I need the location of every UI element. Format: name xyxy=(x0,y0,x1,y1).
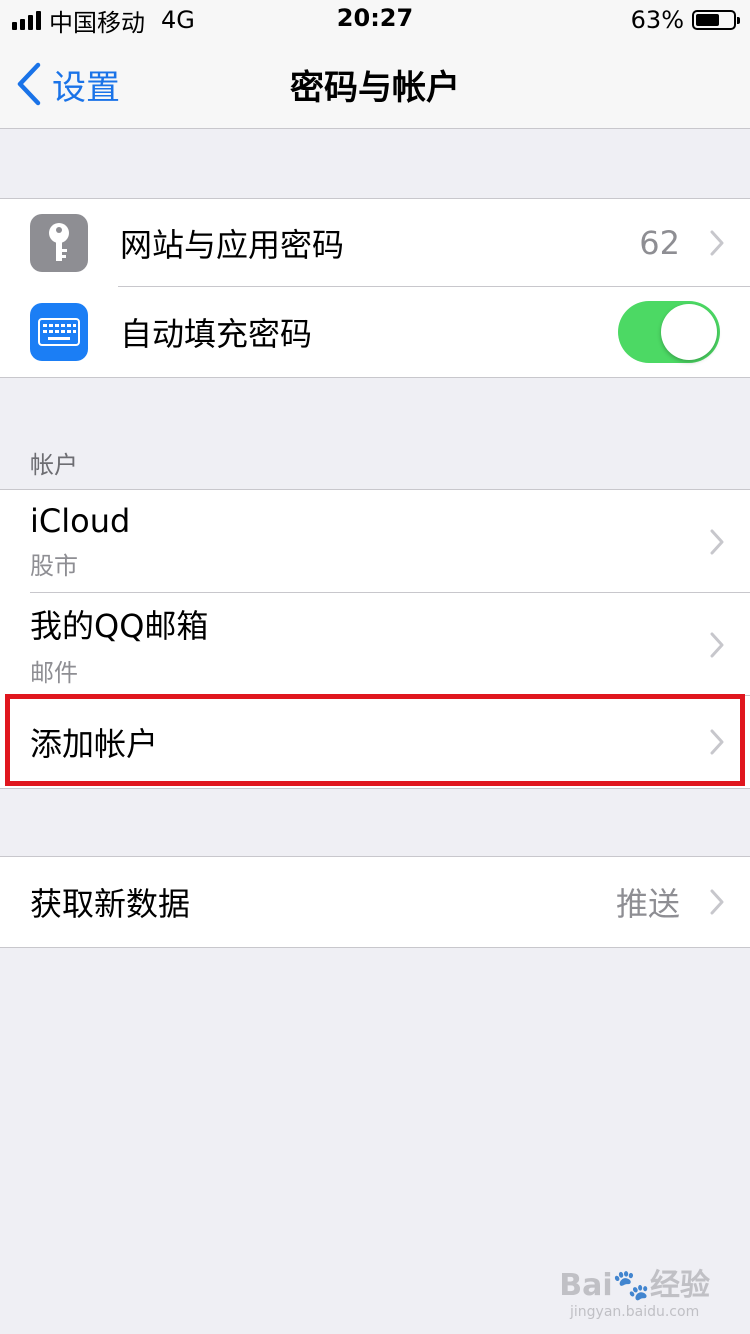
passwords-group: 网站与应用密码 62 自动填充密码 xyxy=(0,198,750,378)
battery-percent: 63% xyxy=(630,6,684,34)
accounts-group: iCloud 股市 我的QQ邮箱 邮件 添加帐户 xyxy=(0,489,750,789)
autofill-row: 自动填充密码 xyxy=(0,287,750,377)
website-passwords-row[interactable]: 网站与应用密码 62 xyxy=(0,199,750,287)
battery-icon xyxy=(692,10,740,30)
add-account-row[interactable]: 添加帐户 xyxy=(0,696,750,788)
status-bar: 中国移动 4G 20:27 63% xyxy=(0,0,750,40)
account-row-qqmail[interactable]: 我的QQ邮箱 邮件 xyxy=(0,593,750,696)
paw-icon: 🐾 xyxy=(612,1268,650,1303)
add-account-label: 添加帐户 xyxy=(30,725,159,763)
status-right: 63% xyxy=(630,4,740,36)
watermark-suffix: 经验 xyxy=(650,1268,710,1303)
toggle-knob xyxy=(661,304,717,360)
fetch-group: 获取新数据 推送 xyxy=(0,856,750,948)
watermark-sub: jingyan.baidu.com xyxy=(570,1304,700,1320)
chevron-right-icon xyxy=(710,230,724,256)
account-row-icloud[interactable]: iCloud 股市 xyxy=(0,490,750,593)
watermark: Bai🐾经验 jingyan.baidu.com xyxy=(559,1260,710,1320)
chevron-right-icon xyxy=(710,632,724,657)
key-icon xyxy=(30,214,88,272)
accounts-section-header: 帐户 xyxy=(30,451,78,479)
fetch-mode-value: 推送 xyxy=(615,885,680,923)
autofill-toggle[interactable] xyxy=(618,301,720,363)
keyboard-icon xyxy=(30,303,88,361)
account-name: 我的QQ邮箱 xyxy=(30,607,209,645)
navigation-bar: 设置 密码与帐户 xyxy=(0,40,750,129)
chevron-right-icon xyxy=(710,729,724,755)
chevron-right-icon xyxy=(710,529,724,554)
website-passwords-label: 网站与应用密码 xyxy=(120,226,345,264)
fetch-new-data-row[interactable]: 获取新数据 推送 xyxy=(0,857,750,947)
page-title: 密码与帐户 xyxy=(290,67,460,108)
autofill-label: 自动填充密码 xyxy=(120,315,313,353)
account-detail: 邮件 xyxy=(30,659,78,687)
account-name: iCloud xyxy=(30,502,131,540)
watermark-main: Bai xyxy=(559,1268,613,1303)
password-count: 62 xyxy=(639,224,680,262)
fetch-new-data-label: 获取新数据 xyxy=(30,885,191,923)
account-detail: 股市 xyxy=(30,552,78,580)
chevron-right-icon xyxy=(710,889,724,915)
